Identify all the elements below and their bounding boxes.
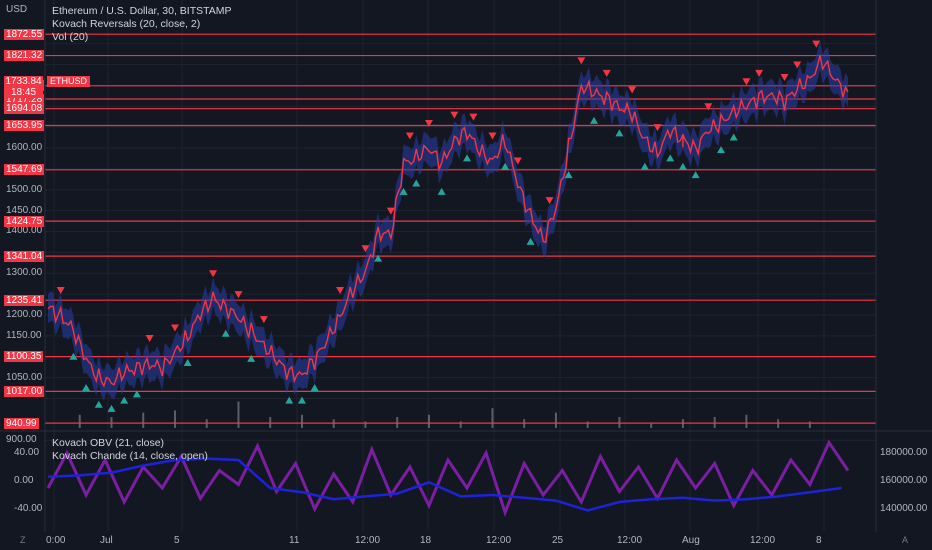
volume-bar — [173, 410, 176, 428]
volume-bar — [713, 417, 716, 428]
level-value-label: 1341.04 — [4, 250, 45, 262]
chande-tick-label: 40.00 — [14, 447, 40, 458]
volume-bar — [142, 412, 145, 428]
time-tick-label: Jul — [100, 535, 113, 546]
indicator-label-obv[interactable]: Kovach OBV (21, close) — [52, 437, 164, 449]
volume-bar — [808, 421, 811, 428]
volume-bar — [396, 417, 399, 428]
price-tick-label: 1450.00 — [6, 204, 43, 216]
price-tick-label: 900.00 — [6, 434, 37, 446]
level-value-label: 1694.08 — [4, 103, 45, 115]
price-tick-label: 1400.00 — [6, 225, 43, 237]
level-value-label: 1653.95 — [4, 119, 45, 131]
level-value-label: 940.99 — [4, 417, 39, 429]
price-tick-label: 1050.00 — [6, 371, 43, 383]
volume-bar — [269, 417, 272, 428]
indicator-label-chande[interactable]: Kovach Chande (14, close, open) — [52, 450, 208, 462]
volume-bar — [650, 423, 653, 428]
price-tick-label: 1150.00 — [6, 329, 42, 341]
level-value-label: 1872.55 — [4, 28, 45, 40]
time-tick-label: 12:00 — [750, 535, 776, 546]
price-tick-label: 1600.00 — [6, 141, 43, 153]
time-tick-label: 5 — [174, 535, 180, 546]
zoom-reset-button[interactable]: Z — [20, 535, 26, 545]
indicator-label-reversals[interactable]: Kovach Reversals (20, close, 2) — [52, 18, 200, 30]
level-value-label: 1100.35 — [4, 351, 44, 363]
volume-bar — [745, 414, 748, 428]
level-value-label: 1821.32 — [4, 50, 45, 62]
time-tick-label: 11 — [289, 535, 300, 546]
bar-countdown: 18:45 — [10, 87, 37, 98]
price-tick-label: 1200.00 — [6, 308, 43, 320]
chart-canvas[interactable] — [0, 0, 932, 550]
obv-tick-label: 140000.00 — [880, 503, 928, 514]
obv-tick-label: 160000.00 — [880, 475, 928, 486]
volume-bar — [586, 421, 589, 428]
volume-bar — [300, 414, 303, 428]
time-tick-label: 18 — [420, 535, 432, 546]
current-price-tag: 1733.84 18:45 — [4, 76, 43, 98]
indicator-label-volume[interactable]: Vol (20) — [52, 31, 88, 43]
level-value-label: 1235.41 — [4, 294, 45, 306]
time-tick-label: 12:00 — [617, 535, 643, 546]
volume-bar — [78, 414, 81, 428]
chande-tick-label: 0.00 — [14, 475, 34, 486]
obv-tick-label: 180000.00 — [880, 447, 928, 458]
volume-bar — [427, 414, 430, 428]
chart-title: Ethereum / U.S. Dollar, 30, BITSTAMP — [52, 5, 232, 17]
price-tick-label: 1500.00 — [6, 183, 43, 195]
time-tick-label: 0:00 — [46, 535, 66, 546]
chande-tick-label: -40.00 — [14, 503, 43, 514]
symbol-badge: ETHUSD — [47, 76, 91, 87]
time-tick-label: 12:00 — [486, 535, 512, 546]
volume-bar — [364, 421, 367, 428]
time-tick-label: 12:00 — [355, 535, 381, 546]
level-value-label: 1017.00 — [4, 385, 45, 397]
level-value-label: 1547.69 — [4, 164, 45, 176]
volume-bar — [554, 412, 557, 428]
time-tick-label: 8 — [816, 535, 822, 546]
volume-bar — [237, 401, 240, 428]
level-value-label: 1424.75 — [4, 215, 45, 227]
auto-scale-button[interactable]: A — [902, 535, 908, 545]
time-tick-label: Aug — [682, 535, 700, 546]
price-tick-label: 1300.00 — [6, 267, 43, 279]
volume-bar — [618, 417, 621, 428]
currency-label: USD — [6, 4, 28, 15]
volume-bar — [491, 408, 494, 428]
time-tick-label: 25 — [552, 535, 564, 546]
current-price: 1733.84 — [5, 76, 42, 87]
volume-bar — [459, 421, 462, 428]
volume-bar — [110, 417, 113, 428]
